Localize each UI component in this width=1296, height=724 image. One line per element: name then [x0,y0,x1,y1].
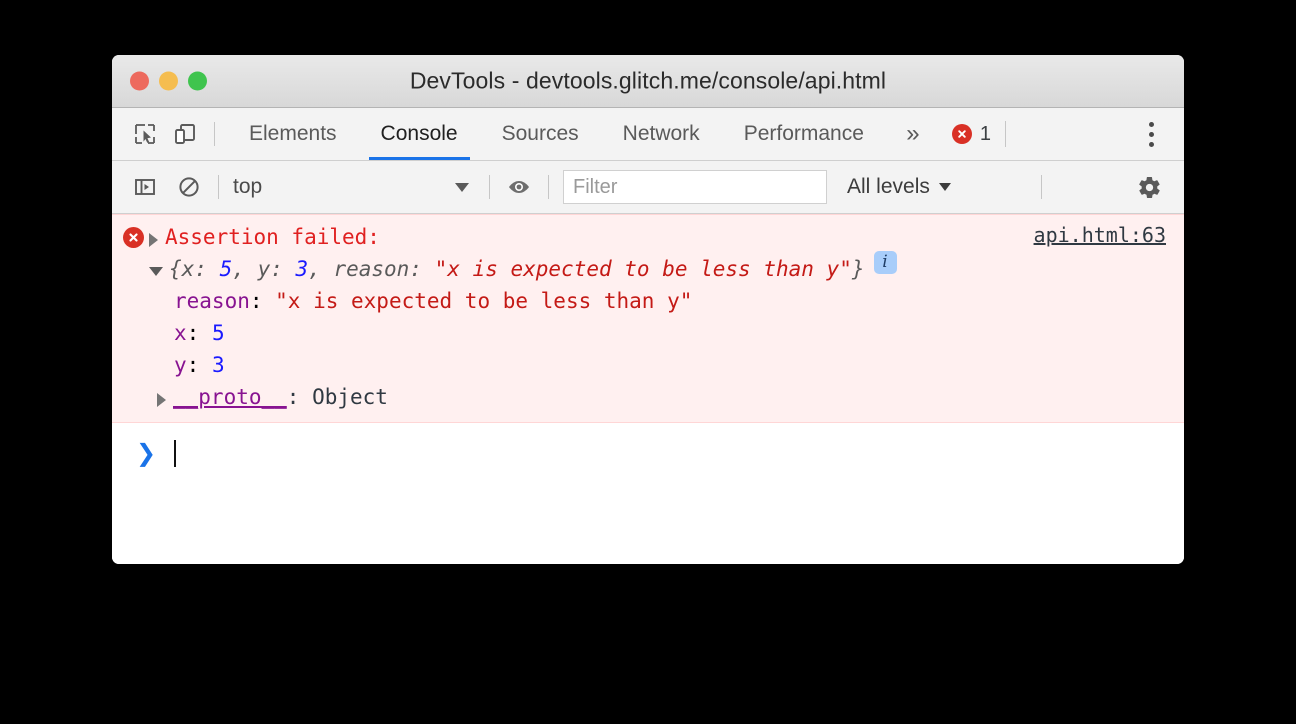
preview-open-brace: { [169,257,182,281]
property-value: "x is expected to be less than y" [275,289,693,313]
chevron-down-icon [938,183,951,191]
toolbar-divider-3 [548,175,549,199]
console-message-error[interactable]: api.html:63 Assertion failed: {x: 5, y: … [112,214,1184,423]
preview-sep-x: : [194,257,220,281]
preview-sep-reason: : [409,257,435,281]
collapse-object-icon[interactable] [149,267,163,276]
preview-sep-y: : [270,257,296,281]
text-cursor [174,439,177,467]
preview-value-reason: "x is expected to be less than y" [434,257,852,281]
devtools-tabs: Elements Console Sources Network Perform… [227,108,886,160]
execution-context-selector[interactable]: top [231,170,477,204]
preview-value-x: 5 [219,257,233,281]
property-name: reason [174,289,250,313]
chevron-down-icon [455,182,469,192]
object-proto-row[interactable]: __proto__ : Object [112,381,1184,413]
preview-key-y: y [257,257,271,281]
console-prompt[interactable]: ❯ [112,433,1184,473]
preview-close-brace: } [851,257,865,281]
devtools-window: DevTools - devtools.glitch.me/console/ap… [112,55,1184,564]
toolbar-divider-4 [1040,175,1042,199]
console-output: api.html:63 Assertion failed: {x: 5, y: … [112,214,1184,564]
settings-gear-icon[interactable] [1132,170,1166,204]
object-preview-row: {x: 5, y: 3, reason: "x is expected to b… [112,251,1184,285]
console-toolbar: top Filter All levels [112,161,1184,214]
object-property-row: reason: "x is expected to be less than y… [174,289,693,313]
error-count-badge[interactable]: 1 [951,122,992,146]
info-badge-icon[interactable]: i [873,251,897,274]
more-tabs-icon[interactable]: » [892,117,934,151]
property-name: x [174,321,187,345]
property-value: 5 [211,321,225,345]
expand-proto-icon[interactable] [157,393,166,407]
proto-value: Object [312,385,388,409]
log-level-selector[interactable]: All levels [847,175,951,199]
assertion-header-row: Assertion failed: [112,221,1184,253]
proto-label[interactable]: __proto__ [173,381,287,413]
tab-sources[interactable]: Sources [480,108,601,160]
toolbar-divider-1 [218,175,219,199]
preview-value-y: 3 [295,257,309,281]
clear-console-icon[interactable] [172,170,206,204]
log-level-label: All levels [847,175,930,198]
execution-context-label: top [233,175,263,198]
window-titlebar: DevTools - devtools.glitch.me/console/ap… [112,55,1184,108]
window-title: DevTools - devtools.glitch.me/console/ap… [409,67,887,94]
tabbar-divider-right [1005,121,1007,147]
tab-console[interactable]: Console [359,108,480,160]
tab-elements[interactable]: Elements [227,108,359,160]
object-preview: {x: 5, y: 3, reason: "x is expected to b… [169,257,865,281]
tab-performance[interactable]: Performance [722,108,886,160]
preview-key-x: x [181,257,195,281]
inspect-element-icon[interactable] [128,117,162,151]
tab-network[interactable]: Network [601,108,722,160]
assertion-text: Assertion failed: [165,225,380,249]
toolbar-divider-2 [489,175,490,199]
object-property-row: y: 3 [174,353,225,377]
property-name: y [174,353,187,377]
preview-key-reason: reason [333,257,410,281]
error-count-label: 1 [979,122,992,145]
create-live-expression-icon[interactable] [502,170,536,204]
filter-input[interactable]: Filter [563,170,827,204]
devtools-tabbar: Elements Console Sources Network Perform… [112,108,1184,161]
kebab-menu-icon[interactable] [1136,117,1166,151]
device-toolbar-icon[interactable] [168,117,202,151]
error-icon [123,227,149,248]
expand-stacktrace-icon[interactable] [149,233,158,247]
property-value: 3 [211,353,225,377]
error-icon [951,124,972,144]
filter-placeholder: Filter [573,175,618,198]
tabbar-divider [214,122,215,146]
object-property-row: x: 5 [174,321,225,345]
prompt-chevron-icon: ❯ [136,439,157,467]
sidebar-toggle-icon[interactable] [128,170,162,204]
